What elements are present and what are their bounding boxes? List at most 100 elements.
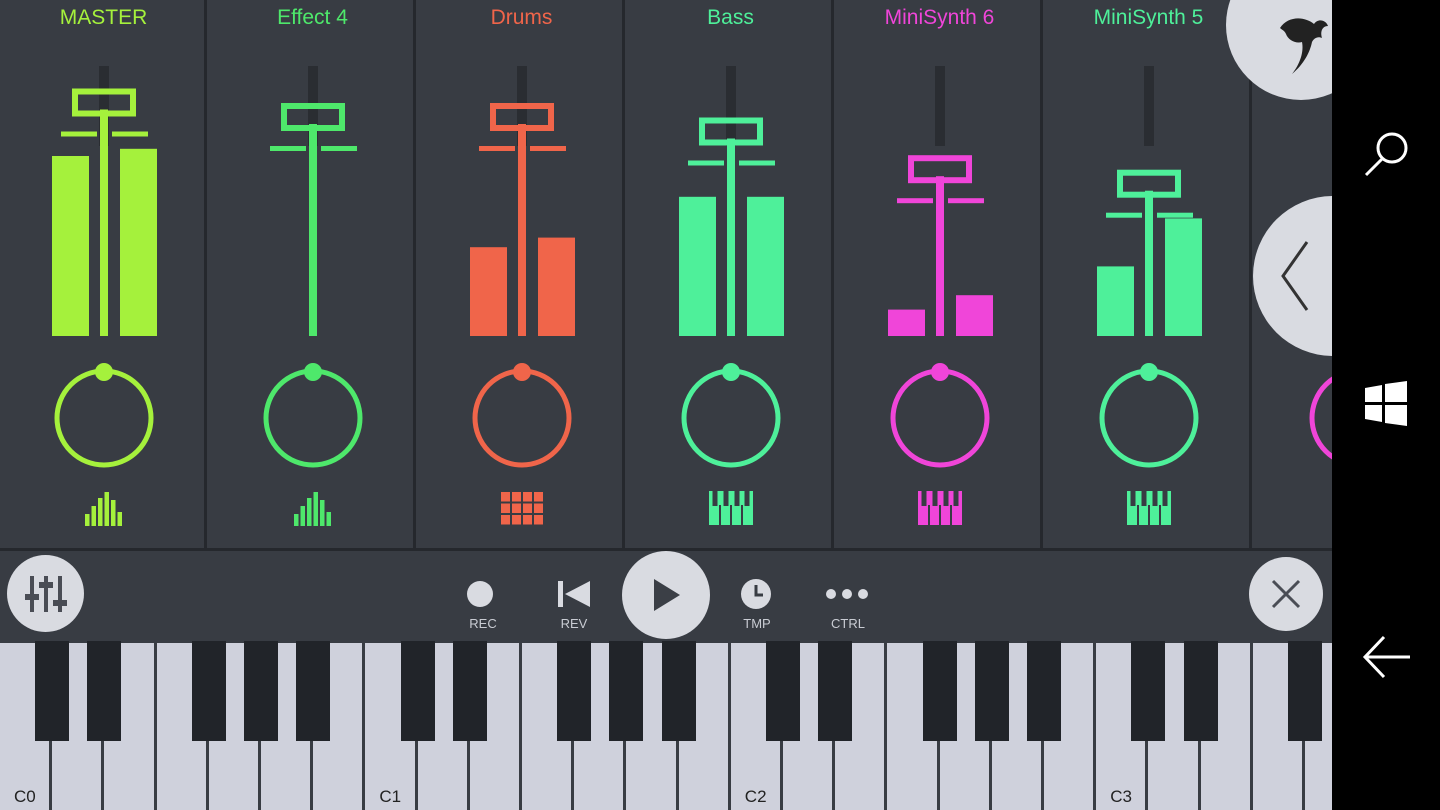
key-label: C1	[379, 787, 402, 806]
chevron-left-icon	[1281, 241, 1309, 311]
mixer-channel-effect-4[interactable]: Effect 4	[209, 0, 416, 548]
black-key[interactable]	[609, 641, 644, 741]
rec-button[interactable]: REC	[443, 551, 523, 641]
pan-knob[interactable]	[472, 368, 572, 468]
channel-strip	[679, 66, 784, 525]
black-key[interactable]	[452, 641, 487, 741]
fader-stem	[936, 176, 944, 336]
mixer-channel-master[interactable]: MASTER	[0, 0, 207, 548]
play-icon	[654, 579, 680, 611]
mixer-channel-bass[interactable]: Bass	[627, 0, 834, 548]
fader-tick-right	[739, 160, 775, 166]
pan-knob[interactable]	[1099, 368, 1199, 468]
piano-icon	[709, 491, 753, 525]
close-button[interactable]	[1249, 557, 1323, 631]
ctrl-button[interactable]: CTRL	[808, 551, 888, 641]
mixer-toggle-button[interactable]	[7, 555, 84, 632]
mixer-channel-drums[interactable]: Drums	[418, 0, 625, 548]
transport-bar: REC REV TMP CTRL	[0, 551, 1332, 641]
fader-stem	[100, 109, 108, 336]
pan-knob-indicator	[1140, 363, 1158, 381]
black-key[interactable]	[191, 641, 226, 741]
fader-tick-left	[61, 131, 97, 137]
black-key[interactable]	[1027, 641, 1061, 741]
clock-icon	[741, 579, 771, 609]
key-label: C2	[744, 787, 767, 806]
level-meter-left	[888, 309, 925, 336]
key-label: C0	[14, 787, 36, 806]
mixer-panel: MASTER Effect 4 Drums Bass MiniSynth 6 M…	[0, 0, 1332, 548]
record-icon	[467, 581, 493, 607]
black-key[interactable]	[244, 641, 278, 741]
fader-stem	[1145, 190, 1153, 336]
fader-tick-right	[1157, 212, 1193, 218]
black-key[interactable]	[557, 641, 592, 741]
ctrl-label: CTRL	[831, 616, 865, 631]
black-key[interactable]	[661, 641, 696, 741]
pan-knob[interactable]	[263, 368, 363, 468]
fader-stem	[727, 138, 735, 336]
search-icon[interactable]	[1362, 128, 1412, 178]
channel-strip	[52, 66, 157, 526]
fader-tick-left	[688, 160, 724, 166]
level-meter-right	[1165, 218, 1202, 336]
pan-knob-indicator	[304, 363, 322, 381]
black-key[interactable]	[1131, 641, 1166, 741]
channel-strip	[888, 66, 993, 525]
pan-knob-indicator	[95, 363, 113, 381]
black-key[interactable]	[1288, 641, 1322, 741]
app-window: MASTER Effect 4 Drums Bass MiniSynth 6 M…	[0, 0, 1332, 810]
channel-strip	[263, 66, 363, 526]
black-key[interactable]	[1183, 641, 1218, 741]
black-key[interactable]	[35, 641, 70, 741]
skip-back-icon	[558, 581, 590, 607]
fader-tick-right	[948, 198, 984, 204]
mixer-sliders-icon	[24, 575, 67, 612]
fader-track	[1144, 66, 1154, 146]
black-key[interactable]	[87, 641, 122, 741]
fader-tick-left	[1106, 212, 1142, 218]
rec-label: REC	[469, 616, 497, 631]
rev-label: REV	[560, 616, 588, 631]
fader-tick-left	[270, 146, 306, 151]
black-key[interactable]	[974, 641, 1009, 741]
level-meter-right	[747, 196, 784, 336]
fader-tick-left	[897, 198, 933, 204]
mixer-channel-minisynth-5[interactable]: MiniSynth 5	[1045, 0, 1252, 548]
fader-tick-left	[479, 146, 515, 151]
fader-track	[935, 66, 945, 146]
black-key[interactable]	[818, 641, 853, 741]
level-meter-left	[679, 196, 716, 336]
meter-icon	[294, 492, 331, 526]
black-key[interactable]	[766, 641, 800, 741]
pan-knob[interactable]	[54, 368, 154, 468]
pan-knob[interactable]	[681, 368, 781, 468]
pan-knob[interactable]	[890, 368, 990, 468]
arrow-left-icon[interactable]	[1362, 634, 1412, 680]
pan-knob-indicator	[722, 363, 740, 381]
rev-button[interactable]: REV	[534, 551, 614, 641]
tempo-button[interactable]: TMP	[717, 551, 797, 641]
fader-stem	[309, 124, 317, 336]
level-meter-left	[470, 247, 507, 336]
level-meter-left	[1097, 266, 1134, 336]
meter-icon	[85, 492, 122, 526]
play-button[interactable]	[622, 551, 710, 639]
black-key[interactable]	[296, 641, 331, 741]
black-key[interactable]	[400, 641, 435, 741]
level-meter-left	[52, 156, 89, 336]
fader-tick-right	[321, 146, 357, 151]
key-label: C3	[1110, 787, 1132, 806]
more-dots-icon	[826, 589, 868, 599]
channel-strip	[470, 66, 575, 525]
black-key[interactable]	[922, 641, 957, 741]
piano-icon	[918, 491, 962, 525]
fader-track	[726, 66, 736, 146]
level-meter-right	[120, 148, 157, 336]
system-nav-bar	[1332, 0, 1440, 810]
fader-stem	[518, 124, 526, 336]
mixer-channel-minisynth-6[interactable]: MiniSynth 6	[836, 0, 1043, 548]
windows-icon[interactable]	[1363, 381, 1409, 427]
level-meter-right	[956, 295, 993, 336]
pan-knob-indicator	[931, 363, 949, 381]
